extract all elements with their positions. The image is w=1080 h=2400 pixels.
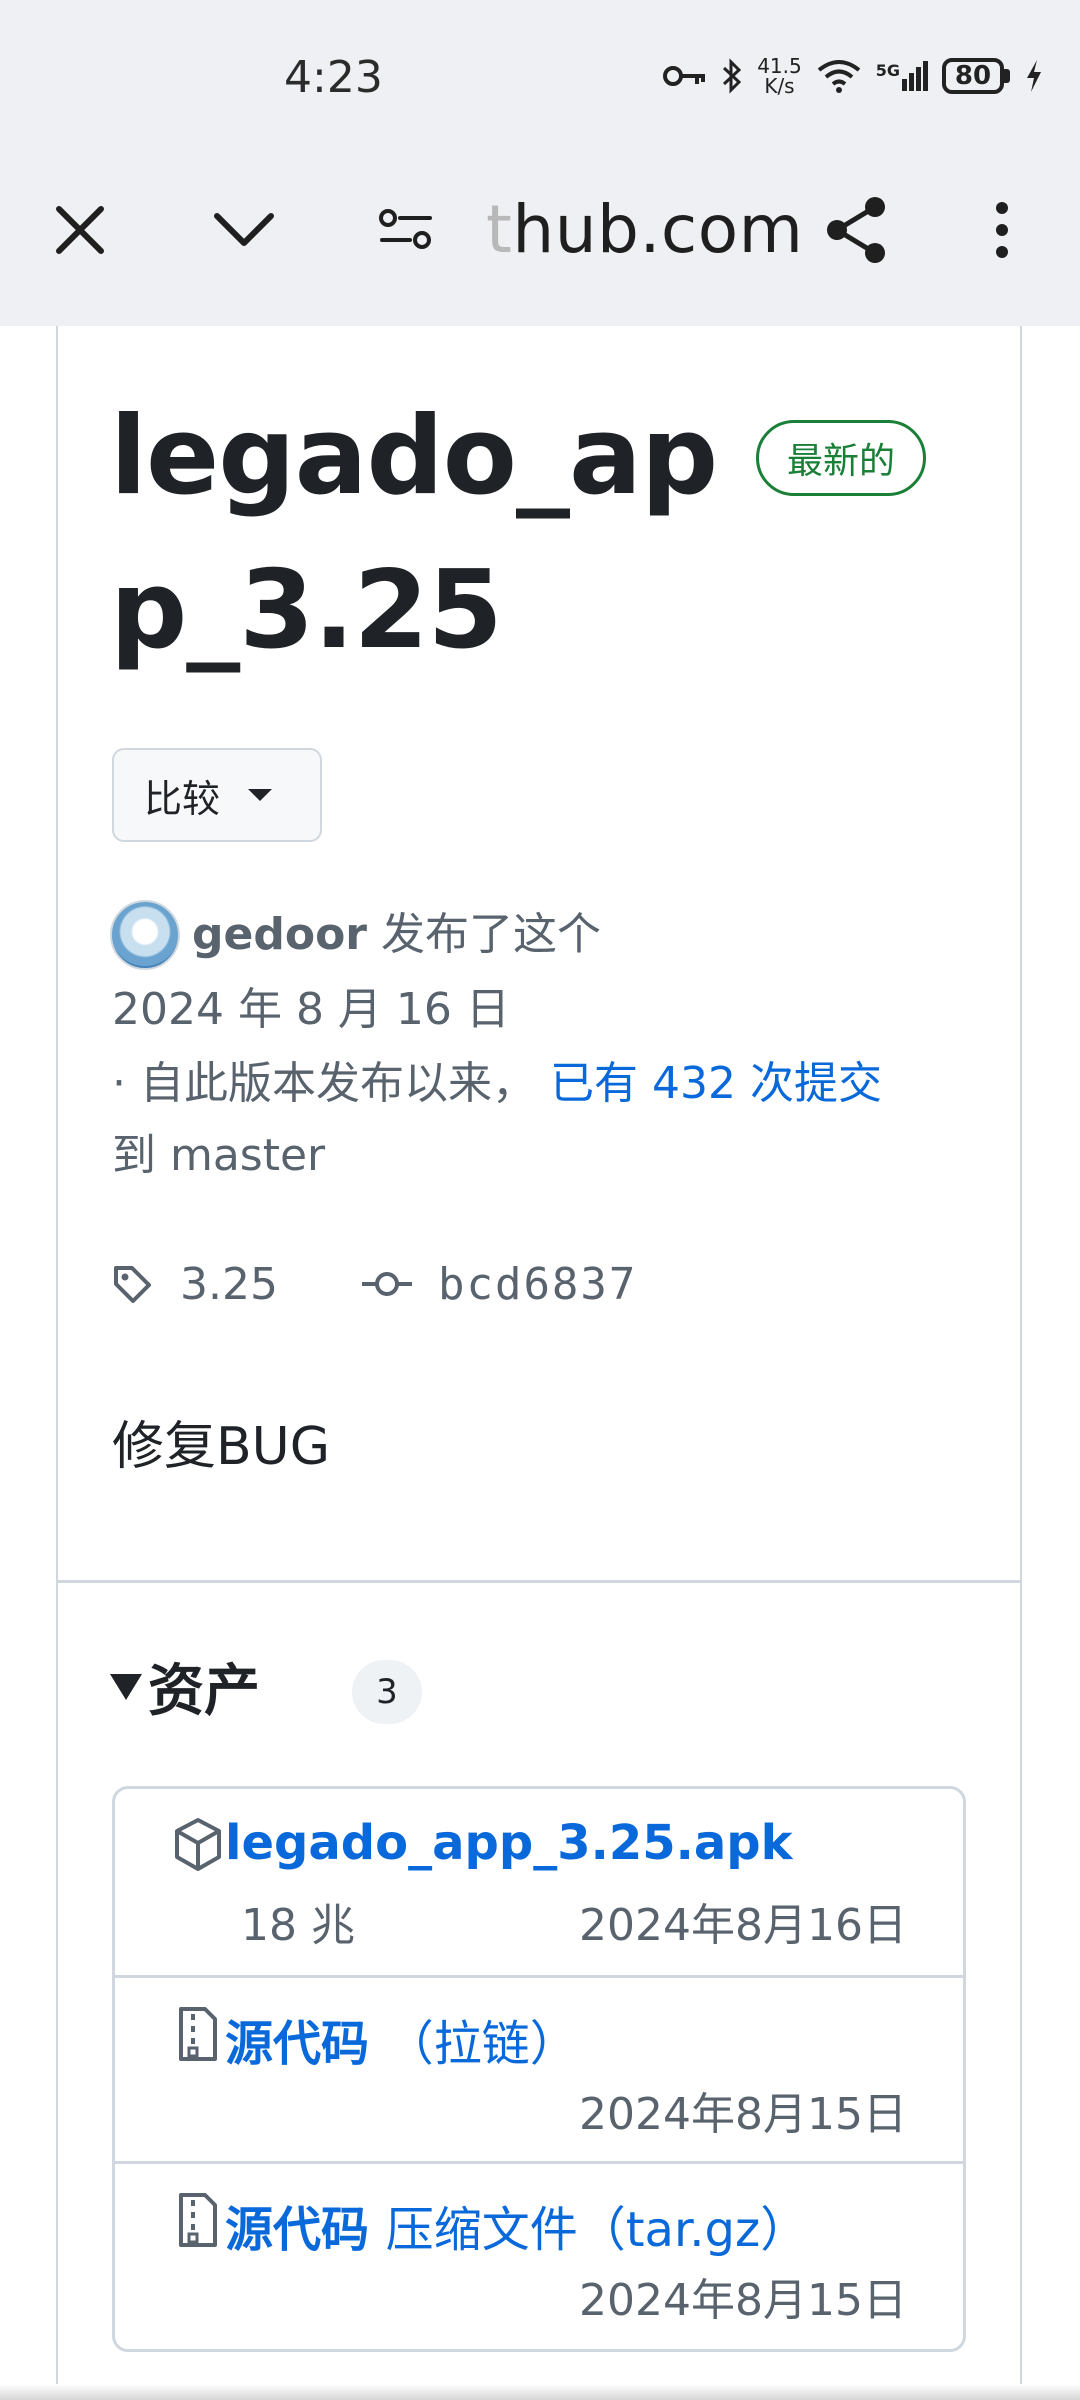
commits-prefix: · 自此版本发布以来， <box>112 1058 536 1109</box>
assets-toggle[interactable]: 资产 <box>110 1646 260 1727</box>
more-options-button[interactable] <box>962 190 1042 270</box>
release-meta: 3.25 bcd6837 <box>112 1244 637 1324</box>
assets-count-badge: 3 <box>352 1660 422 1724</box>
browser-chrome: 4:23 41.5 K/s 5G 80 thub.com <box>0 0 1080 326</box>
tag-icon <box>114 1266 151 1303</box>
close-tab-button[interactable] <box>40 190 120 270</box>
asset-link[interactable]: legado_app_3.25.apk <box>225 1815 793 1871</box>
status-time: 4:23 <box>284 52 383 103</box>
card-border-right <box>1020 326 1022 2400</box>
compare-label: 比较 <box>144 776 221 821</box>
vpn-key-icon <box>663 66 706 86</box>
file-zip-icon <box>179 2007 217 2061</box>
status-icons: 41.5 K/s 5G 80 <box>663 56 1044 96</box>
url-bar[interactable]: thub.com <box>486 190 803 270</box>
latest-badge: 最新的 <box>756 420 927 496</box>
tag-link[interactable]: 3.25 <box>180 1259 278 1310</box>
asset-row: legado_app_3.25.apk 18 兆 2024年8月16日 <box>115 1789 963 1975</box>
avatar[interactable] <box>110 900 180 970</box>
asset-row: 源代码 （拉链） 2024年8月15日 <box>115 1975 963 2164</box>
site-settings-icon <box>379 209 432 249</box>
site-settings-button[interactable] <box>366 190 446 270</box>
release-notes: 修复BUG <box>112 1417 331 1477</box>
triangle-down-icon <box>110 1673 142 1700</box>
compare-button[interactable]: 比较 <box>112 748 322 842</box>
asset-link[interactable]: 源代码 压缩文件（tar.gz） <box>225 2190 808 2260</box>
bottom-edge <box>0 2384 1080 2400</box>
asset-date: 2024年8月15日 <box>579 2275 907 2326</box>
card-border-left <box>56 326 58 2400</box>
asset-size: 18 兆 <box>241 1900 355 1951</box>
commits-since-line: · 自此版本发布以来， 已有 432 次提交 到 master <box>112 1048 932 1192</box>
asset-date: 2024年8月16日 <box>579 1900 907 1951</box>
close-icon <box>56 206 104 254</box>
wifi-icon <box>817 60 860 93</box>
share-icon <box>827 197 885 263</box>
chevron-down-icon <box>214 213 274 246</box>
release-page: legado_app_3.25 最新的 比较 gedoor 发布了这个 2024… <box>0 326 1080 2400</box>
release-date: 2024 年 8 月 16 日 <box>112 984 510 1035</box>
net-speed: 41.5 K/s <box>757 54 802 98</box>
author-link[interactable]: gedoor <box>192 909 367 960</box>
minimize-button[interactable] <box>204 190 284 270</box>
more-vert-icon <box>996 202 1008 258</box>
release-title: legado_app_3.25 <box>110 394 718 673</box>
assets-title: 资产 <box>148 1659 260 1724</box>
share-button[interactable] <box>818 190 898 270</box>
battery-indicator: 80 <box>942 58 1004 94</box>
author-line: gedoor 发布了这个 <box>192 900 601 970</box>
assets-list: legado_app_3.25.apk 18 兆 2024年8月16日 源代码 … <box>112 1786 966 2352</box>
asset-link[interactable]: 源代码 （拉链） <box>225 2004 578 2074</box>
file-zip-icon <box>179 2193 217 2247</box>
published-text: 发布了这个 <box>381 909 601 960</box>
commits-suffix: 到 master <box>112 1130 326 1181</box>
git-commit-icon <box>361 1272 412 1296</box>
section-divider <box>56 1580 1022 1583</box>
bluetooth-icon <box>723 58 742 94</box>
cellular-signal-icon: 5G <box>876 61 928 91</box>
commit-sha-link[interactable]: bcd6837 <box>438 1259 637 1310</box>
charging-bolt-icon <box>1027 60 1041 92</box>
asset-date: 2024年8月15日 <box>579 2089 907 2140</box>
asset-row: 源代码 压缩文件（tar.gz） 2024年8月15日 <box>115 2161 963 2349</box>
package-icon <box>175 1818 221 1871</box>
commits-link[interactable]: 已有 432 次提交 <box>550 1058 882 1109</box>
caret-down-icon <box>248 789 273 801</box>
